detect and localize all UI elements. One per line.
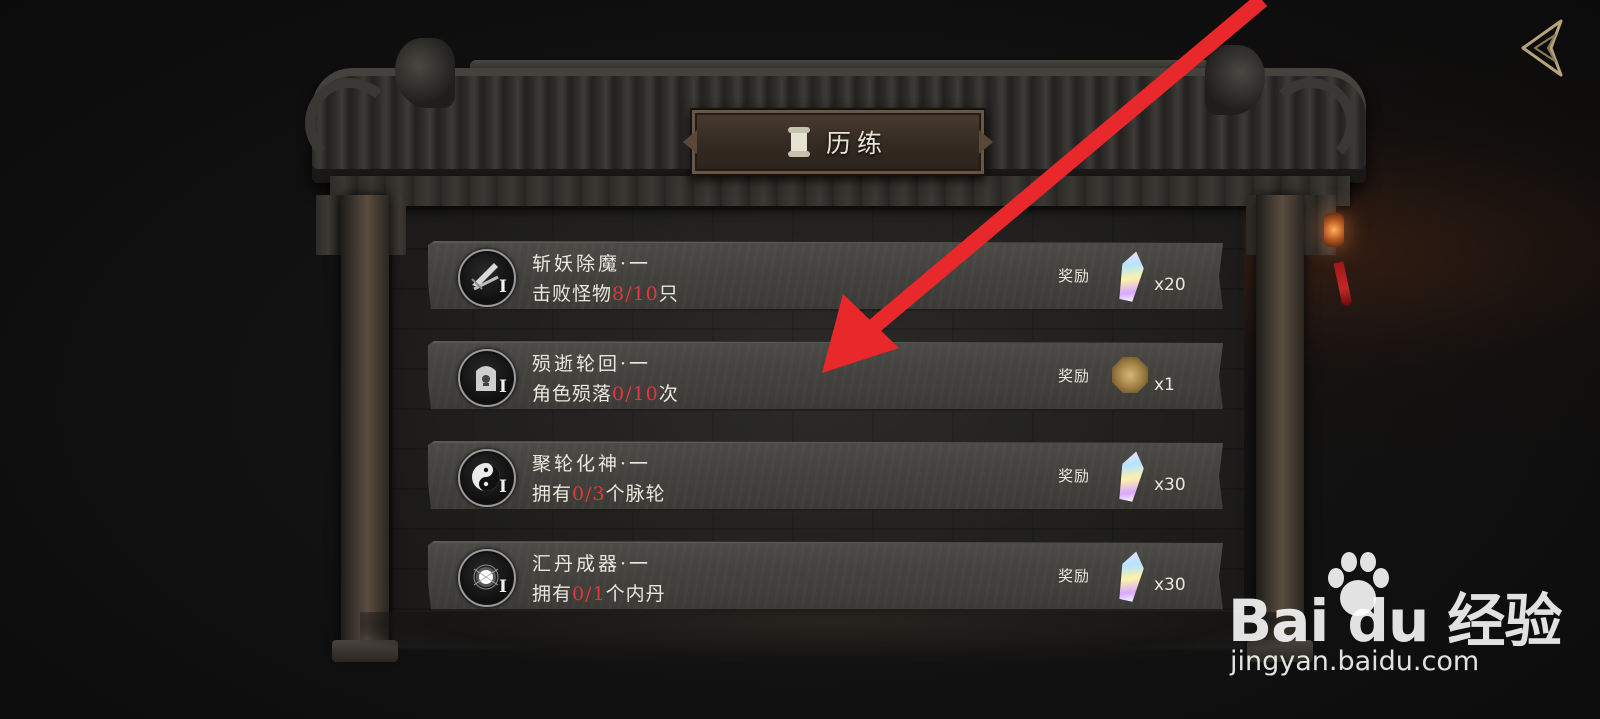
reward-quantity: x30 [1154,575,1186,595]
crystal-icon[interactable] [1110,549,1150,603]
task-progress: 0/3 [572,483,606,505]
task-description: 击败怪物8/10只 [532,283,679,305]
task-icon-badge: I [458,449,516,507]
lantern-icon [1324,213,1344,247]
back-arrow-icon [1521,19,1563,77]
task-progress: 0/1 [572,583,606,605]
reward-label: 奖励 [1058,367,1091,385]
paw-logo-icon [1328,552,1389,616]
back-button[interactable] [1515,17,1565,79]
pillar-left [341,195,389,655]
compass-icon[interactable] [1110,349,1150,403]
eave-ornament-right [1266,78,1356,168]
task-description: 拥有0/1个内丹 [532,583,666,605]
title-plaque: 历练 [683,108,993,176]
task-icon-badge: I [458,549,516,607]
task-row-inner-core[interactable]: I 汇丹成器·一 拥有0/1个内丹 奖励 x30 [428,541,1223,611]
task-progress: 8/10 [612,283,659,305]
task-name: 聚轮化神·一 [532,453,652,475]
game-screen: 历练 I 斩妖除魔·一 击败怪物8/10只 奖励 x20 I 殒逝轮回·一 角色… [0,0,1600,719]
task-icon-badge: I [458,349,516,407]
task-description: 拥有0/3个脉轮 [532,483,666,505]
task-name: 汇丹成器·一 [532,553,652,575]
scroll-icon [787,127,810,157]
reward-label: 奖励 [1058,267,1091,285]
reward-quantity: x1 [1154,375,1175,395]
red-tassel-icon [1333,261,1353,307]
reward-quantity: x30 [1154,475,1186,495]
reward-label: 奖励 [1058,567,1091,585]
task-name: 殒逝轮回·一 [532,353,652,375]
reward-quantity: x20 [1154,275,1186,295]
task-row-chakra[interactable]: I 聚轮化神·一 拥有0/3个脉轮 奖励 x30 [428,441,1223,511]
reward-label: 奖励 [1058,467,1091,485]
task-description: 角色殒落0/10次 [532,383,679,405]
ground-rubble [360,612,1300,662]
task-progress: 0/10 [612,383,659,405]
pillar-right [1256,195,1304,655]
crystal-icon[interactable] [1110,449,1150,503]
task-row-reincarnation[interactable]: I 殒逝轮回·一 角色殒落0/10次 奖励 x1 [428,341,1223,411]
task-icon-badge: I [458,249,516,307]
eave-ornament-left [305,78,395,168]
crystal-icon[interactable] [1110,249,1150,303]
page-title: 历练 [825,129,888,158]
roof-beam [330,176,1350,206]
task-row-slay-demons[interactable]: I 斩妖除魔·一 击败怪物8/10只 奖励 x20 [428,241,1223,311]
task-name: 斩妖除魔·一 [532,253,652,275]
